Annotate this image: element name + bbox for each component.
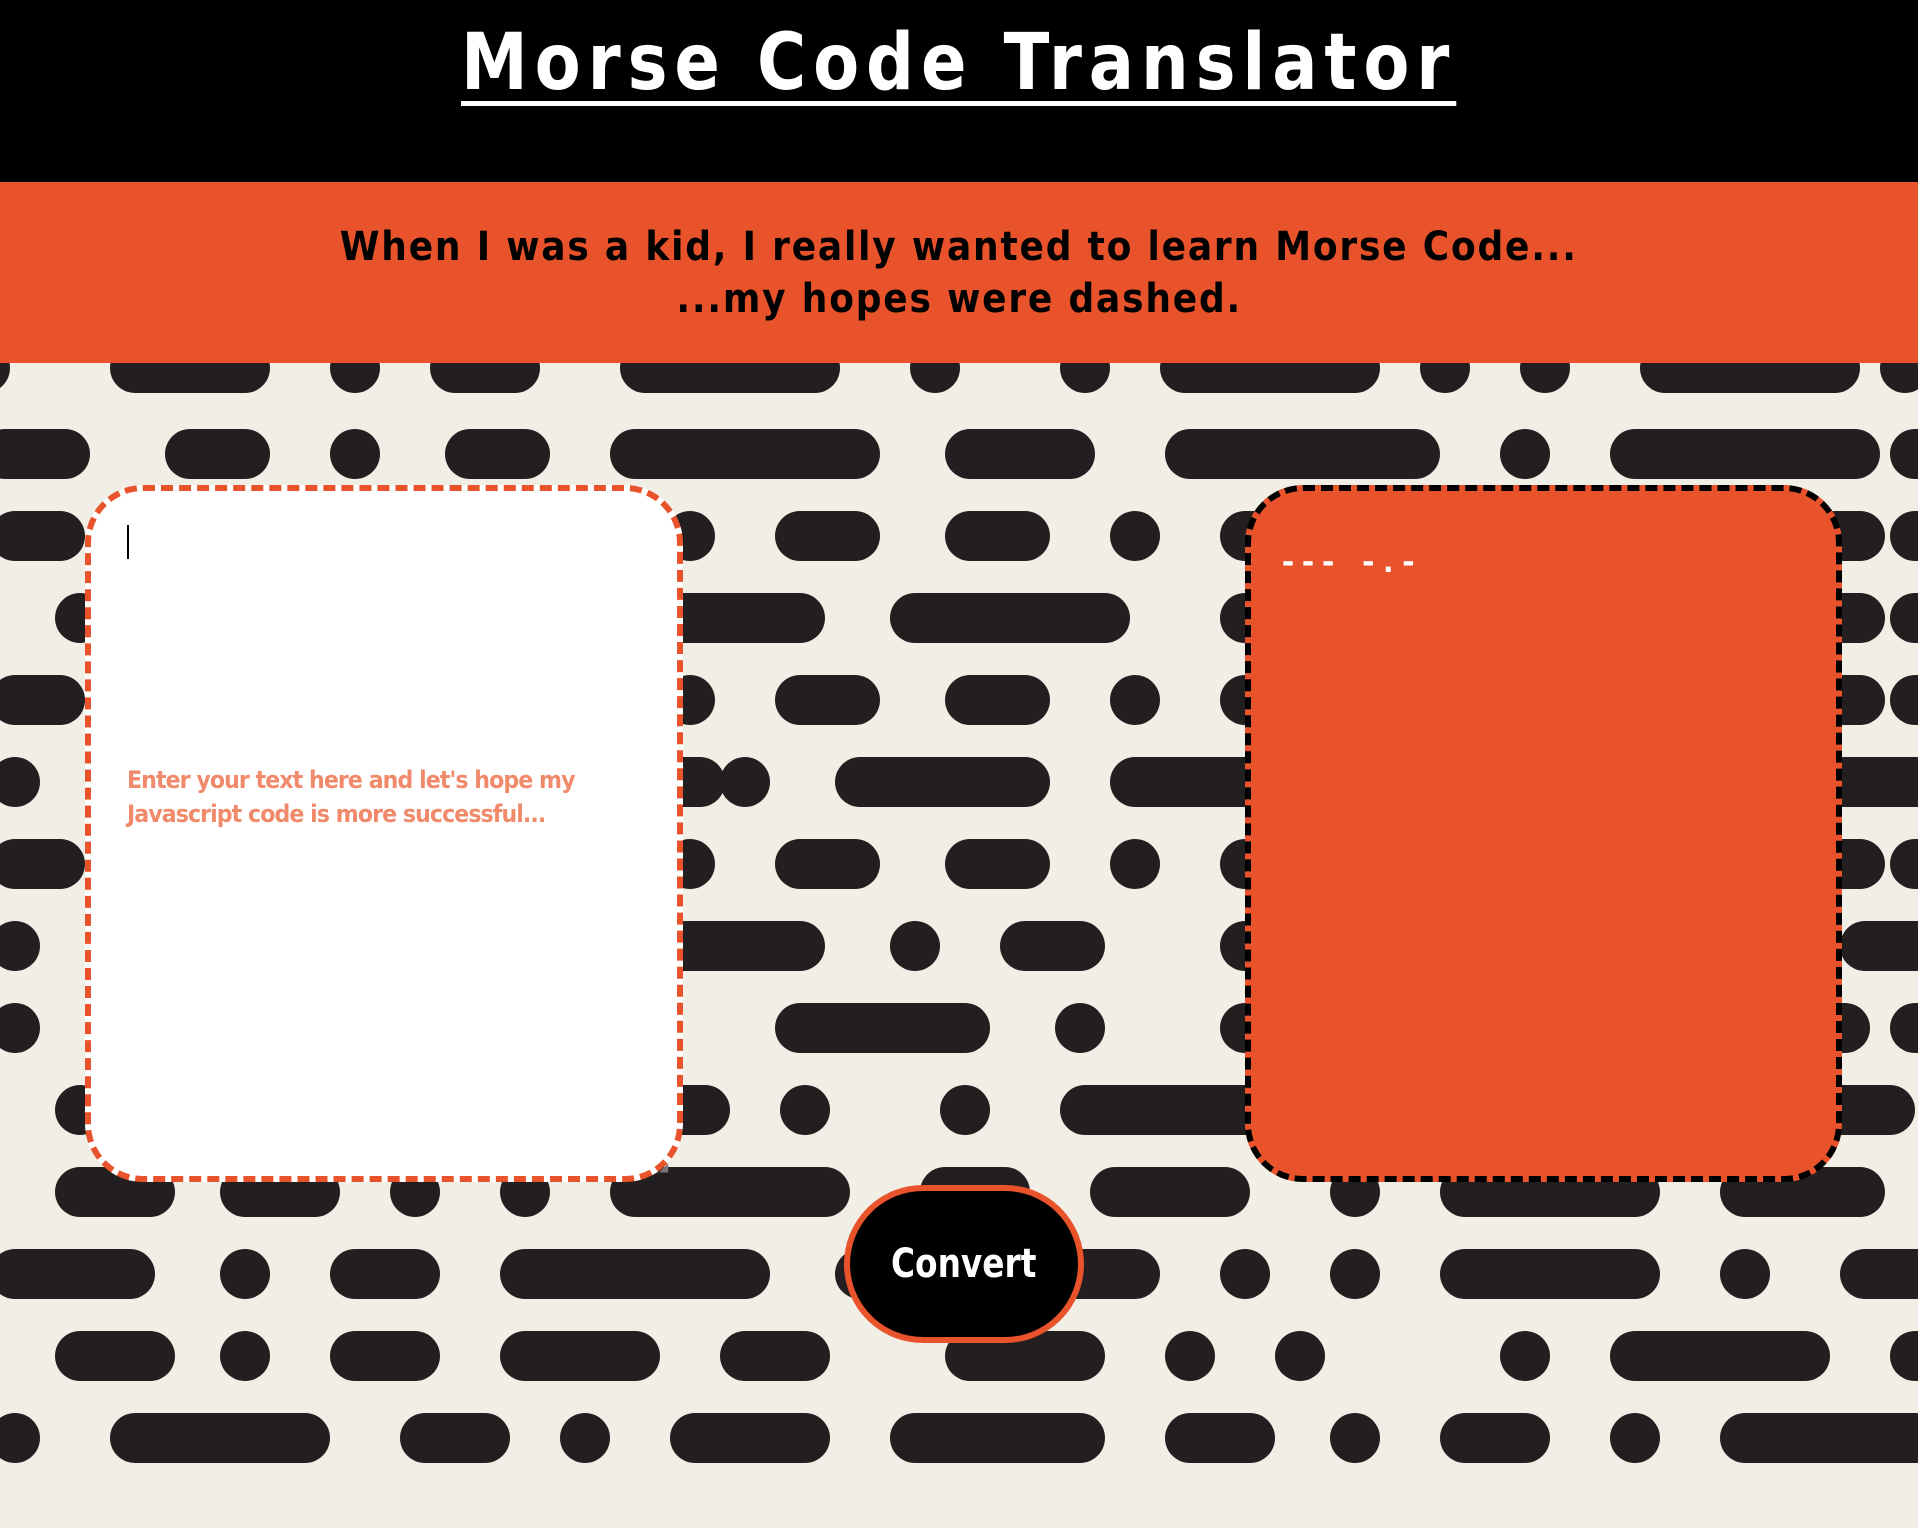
morse-dash [670, 1413, 830, 1463]
morse-dash [0, 511, 85, 561]
morse-dot [1390, 429, 1440, 479]
input-placeholder: Enter your text here and let's hope my J… [127, 766, 576, 828]
morse-dot [1520, 363, 1570, 393]
morse-dash [775, 511, 880, 561]
morse-dash [400, 1413, 510, 1463]
morse-dash [945, 511, 1050, 561]
morse-dot [1330, 1249, 1380, 1299]
convert-button-label: Convert [891, 1241, 1037, 1287]
tagline-banner: When I was a kid, I really wanted to lea… [0, 182, 1918, 363]
morse-dash [55, 1331, 175, 1381]
morse-dash [620, 363, 840, 393]
morse-dash [0, 429, 90, 479]
morse-dash [1165, 1413, 1275, 1463]
morse-dot [0, 1003, 40, 1053]
morse-dash [500, 1331, 660, 1381]
morse-dot [890, 921, 940, 971]
app-header: Morse Code Translator [0, 0, 1918, 182]
morse-dash [1890, 675, 1918, 725]
morse-dash [1840, 1249, 1918, 1299]
morse-dash [775, 1003, 990, 1053]
morse-dot [330, 363, 380, 393]
morse-dot [0, 921, 40, 971]
morse-dash [1440, 1249, 1660, 1299]
resize-grip-icon[interactable]: ◢ [659, 1160, 673, 1174]
morse-dash [500, 1249, 770, 1299]
morse-dash [945, 675, 1050, 725]
morse-dash [1610, 1331, 1830, 1381]
morse-dash [1000, 921, 1105, 971]
morse-dash [775, 839, 880, 889]
morse-dot [220, 1331, 270, 1381]
tagline-line-1: When I was a kid, I really wanted to lea… [340, 223, 1578, 270]
morse-dash [1090, 1167, 1250, 1217]
morse-dot [1055, 1003, 1105, 1053]
morse-dash [1890, 839, 1918, 889]
morse-dot [1500, 429, 1550, 479]
morse-dash [835, 757, 1050, 807]
morse-dot [1060, 363, 1110, 393]
morse-dot [560, 1413, 610, 1463]
morse-dot [1110, 511, 1160, 561]
morse-dot [1500, 1331, 1550, 1381]
morse-dash [430, 363, 540, 393]
morse-dash [720, 1331, 830, 1381]
morse-dash [890, 1413, 1105, 1463]
morse-dash [1890, 511, 1918, 561]
morse-dot [1720, 1249, 1770, 1299]
morse-dash [1610, 429, 1880, 479]
text-input[interactable] [121, 521, 655, 1155]
morse-dash [165, 429, 270, 479]
morse-dash [1890, 1003, 1918, 1053]
morse-dot [780, 1085, 830, 1135]
morse-dash [1640, 363, 1860, 393]
morse-dot [0, 363, 10, 393]
morse-dash [890, 593, 1130, 643]
morse-output-text: --- -.- [1279, 545, 1420, 580]
morse-dot [1220, 1249, 1270, 1299]
morse-dash [1890, 429, 1918, 479]
morse-dot [1610, 1413, 1660, 1463]
morse-dot [910, 363, 960, 393]
morse-dash [1890, 1331, 1918, 1381]
morse-dash [330, 1249, 440, 1299]
text-cursor [127, 525, 129, 559]
morse-dash [1720, 1413, 1918, 1463]
morse-dash [1440, 1413, 1550, 1463]
morse-dot [1420, 363, 1470, 393]
morse-dash [1160, 363, 1380, 393]
morse-dash [1890, 593, 1918, 643]
morse-dash [330, 1331, 440, 1381]
text-input-panel[interactable]: Enter your text here and let's hope my J… [85, 485, 683, 1182]
tagline-line-2: ...my hopes were dashed. [676, 275, 1242, 322]
page-title: Morse Code Translator [461, 17, 1457, 108]
morse-dot [1330, 1413, 1380, 1463]
morse-dash [110, 363, 270, 393]
morse-dot [0, 1413, 40, 1463]
morse-dot [1275, 1331, 1325, 1381]
morse-dash [775, 675, 880, 725]
morse-dot [1110, 839, 1160, 889]
morse-dash [945, 839, 1050, 889]
morse-dot [720, 757, 770, 807]
morse-dash [445, 429, 550, 479]
morse-dash [945, 429, 1095, 479]
morse-dash [0, 675, 85, 725]
morse-dash [0, 839, 85, 889]
morse-dash [0, 1249, 155, 1299]
morse-dot [220, 1249, 270, 1299]
morse-dot [1880, 363, 1918, 393]
morse-output-panel: --- -.- [1245, 485, 1842, 1182]
morse-dot [1110, 675, 1160, 725]
morse-dot [330, 429, 380, 479]
morse-dash [1840, 921, 1918, 971]
convert-button[interactable]: Convert [844, 1185, 1084, 1343]
morse-dot [1165, 1331, 1215, 1381]
morse-dash [110, 1413, 330, 1463]
morse-dot [940, 1085, 990, 1135]
morse-dash [1060, 1085, 1275, 1135]
morse-dash [610, 429, 880, 479]
morse-dot [0, 757, 40, 807]
